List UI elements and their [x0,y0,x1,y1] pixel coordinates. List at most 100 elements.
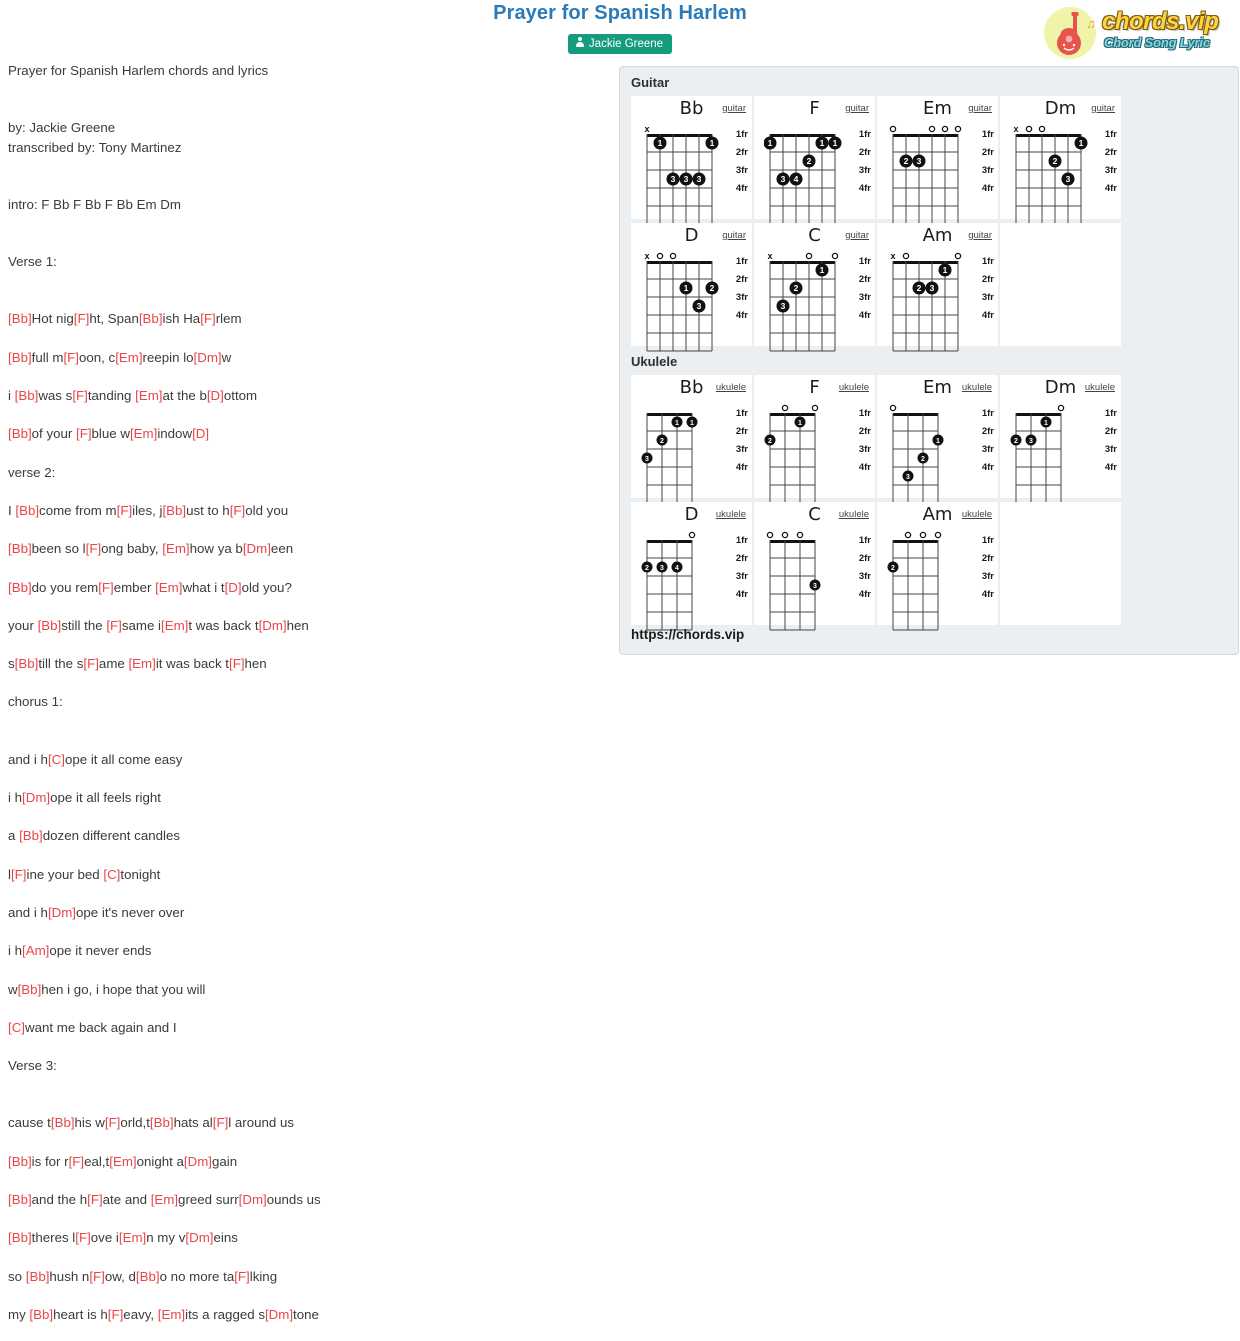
chord-card-ukulele-Am[interactable]: Am ukulele 2 1fr 2fr 3fr 4fr [877,502,998,631]
chord-card-ukulele-D[interactable]: Dukulele 2 3 4 1fr 2fr 3fr 4fr [631,502,752,631]
chord-token[interactable]: [Em] [115,350,142,365]
instrument-tag[interactable]: guitar [968,230,992,241]
chord-token[interactable]: [Bb] [8,311,32,326]
chord-token[interactable]: [Bb] [139,311,163,326]
chord-token[interactable]: [Dm] [48,905,76,920]
chord-token[interactable]: [Bb] [15,388,39,403]
instrument-tag[interactable]: ukulele [962,382,992,393]
instrument-tag[interactable]: guitar [722,230,746,241]
chord-token[interactable]: [Em] [130,426,157,441]
chord-card-guitar-Em[interactable]: Em guitar 2 3 1fr 2fr 3fr 4fr [877,96,998,225]
chord-token[interactable]: [F] [75,1230,91,1245]
chord-token[interactable]: [Bb] [51,1115,75,1130]
chord-token[interactable]: [Bb] [38,618,62,633]
instrument-tag[interactable]: ukulele [716,509,746,520]
chord-token[interactable]: [Dm] [22,790,50,805]
chord-card-ukulele-Dm[interactable]: Dm ukulele 1 2 3 1fr 2fr 3fr 4fr [1000,375,1121,504]
chord-token[interactable]: [Em] [151,1192,178,1207]
chord-token[interactable]: [F] [234,1269,250,1284]
chord-token[interactable]: [C] [48,752,65,767]
chord-token[interactable]: [Dm] [194,350,222,365]
chord-token[interactable]: [Em] [135,388,162,403]
chord-token[interactable]: [Bb] [162,503,186,518]
chord-token[interactable]: [Am] [22,943,49,958]
instrument-tag[interactable]: guitar [968,103,992,114]
chord-token[interactable]: [C] [103,867,120,882]
chord-token[interactable]: [Em] [161,618,188,633]
chord-token[interactable]: [F] [89,1269,105,1284]
chord-token[interactable]: [F] [229,656,245,671]
chord-token[interactable]: [F] [106,618,122,633]
chord-card-guitar-Dm[interactable]: Dm guitar x 1 2 3 1fr 2fr 3fr 4fr [1000,96,1121,225]
chord-token[interactable]: [Em] [109,1154,136,1169]
chord-token[interactable]: [Dm] [239,1192,267,1207]
chord-token[interactable]: [Dm] [185,1230,213,1245]
chord-token[interactable]: [Em] [128,656,155,671]
artist-badge[interactable]: Jackie Greene [567,34,673,54]
chord-token[interactable]: [Em] [158,1307,185,1322]
chord-token[interactable]: [Bb] [18,982,42,997]
chord-token[interactable]: [F] [74,311,90,326]
chord-token[interactable]: [F] [230,503,246,518]
chord-card-guitar-D[interactable]: Dguitar x 1 2 3 1fr 2fr 3fr 4fr [631,223,752,352]
chord-token[interactable]: [F] [200,311,216,326]
chord-card-ukulele-F[interactable]: Fukulele 1 2 1fr 2fr 3fr 4fr [754,375,875,504]
chord-token[interactable]: [F] [98,580,114,595]
chord-token[interactable]: [Bb] [8,1192,32,1207]
instrument-tag[interactable]: ukulele [716,382,746,393]
chord-card-ukulele-Bb[interactable]: Bb ukulele 1 1 2 3 1fr 2fr 3fr 4fr [631,375,752,504]
instrument-tag[interactable]: guitar [1091,103,1115,114]
chord-token[interactable]: [Bb] [19,828,43,843]
instrument-tag[interactable]: guitar [845,103,869,114]
site-logo[interactable]: ♫ chords.vip Chord Song Lyric [1040,4,1236,60]
chord-token[interactable]: [F] [117,503,133,518]
site-url[interactable]: https://chords.vip [631,627,744,642]
chord-token[interactable]: [F] [76,426,92,441]
chord-token[interactable]: [Bb] [8,541,32,556]
chord-token[interactable]: [Bb] [8,426,32,441]
chord-token[interactable]: [Em] [162,541,189,556]
chord-token[interactable]: [Dm] [265,1307,293,1322]
chord-token[interactable]: [Bb] [8,1154,32,1169]
chord-token[interactable]: [F] [108,1307,124,1322]
chord-card-guitar-F[interactable]: Fguitar 1 1 1 2 3 4 1fr 2fr 3fr 4fr [754,96,875,225]
chord-token[interactable]: [F] [87,1192,103,1207]
chord-card-ukulele-C[interactable]: Cukulele 3 1fr 2fr 3fr 4fr [754,502,875,631]
chord-token[interactable]: [D] [225,580,242,595]
chord-token[interactable]: [Bb] [8,350,32,365]
chord-card-ukulele-Em[interactable]: Em ukulele 1 2 3 1fr 2fr 3fr 4fr [877,375,998,504]
chord-token[interactable]: [F] [86,541,102,556]
chord-card-guitar-C[interactable]: Cguitar x 1 2 3 1fr 2fr 3fr 4fr [754,223,875,352]
chord-token[interactable]: [Dm] [184,1154,212,1169]
chord-token[interactable]: [D] [192,426,209,441]
chord-token[interactable]: [F] [213,1115,229,1130]
chord-token[interactable]: [Bb] [15,656,39,671]
chord-card-guitar-Am[interactable]: Am guitar x 1 2 3 1fr 2fr 3fr 4fr [877,223,998,352]
chord-token[interactable]: [F] [83,656,99,671]
chord-token[interactable]: [Bb] [26,1269,50,1284]
instrument-tag[interactable]: ukulele [962,509,992,520]
chord-token[interactable]: [Dm] [259,618,287,633]
chord-card-guitar-Bb[interactable]: Bb guitar x 1 1 3 3 3 1fr 2fr 3fr 4fr [631,96,752,225]
instrument-tag[interactable]: ukulele [839,382,869,393]
chord-token[interactable]: [Bb] [8,580,32,595]
chord-token[interactable]: [Bb] [29,1307,53,1322]
chord-token[interactable]: [F] [72,388,88,403]
chord-token[interactable]: [Bb] [136,1269,160,1284]
chord-token[interactable]: [F] [11,867,27,882]
chord-token[interactable]: [F] [63,350,79,365]
chord-token[interactable]: [C] [8,1020,25,1035]
chord-token[interactable]: [Em] [155,580,182,595]
instrument-tag[interactable]: ukulele [1085,382,1115,393]
instrument-tag[interactable]: ukulele [839,509,869,520]
chord-token[interactable]: [D] [207,388,224,403]
instrument-tag[interactable]: guitar [722,103,746,114]
chord-token[interactable]: [Bb] [8,1230,32,1245]
chord-token[interactable]: [Dm] [243,541,271,556]
chord-token[interactable]: [F] [69,1154,85,1169]
chord-token[interactable]: [Bb] [15,503,39,518]
instrument-tag[interactable]: guitar [845,230,869,241]
chord-token[interactable]: [Bb] [150,1115,174,1130]
chord-token[interactable]: [Em] [119,1230,146,1245]
chord-token[interactable]: [F] [105,1115,121,1130]
